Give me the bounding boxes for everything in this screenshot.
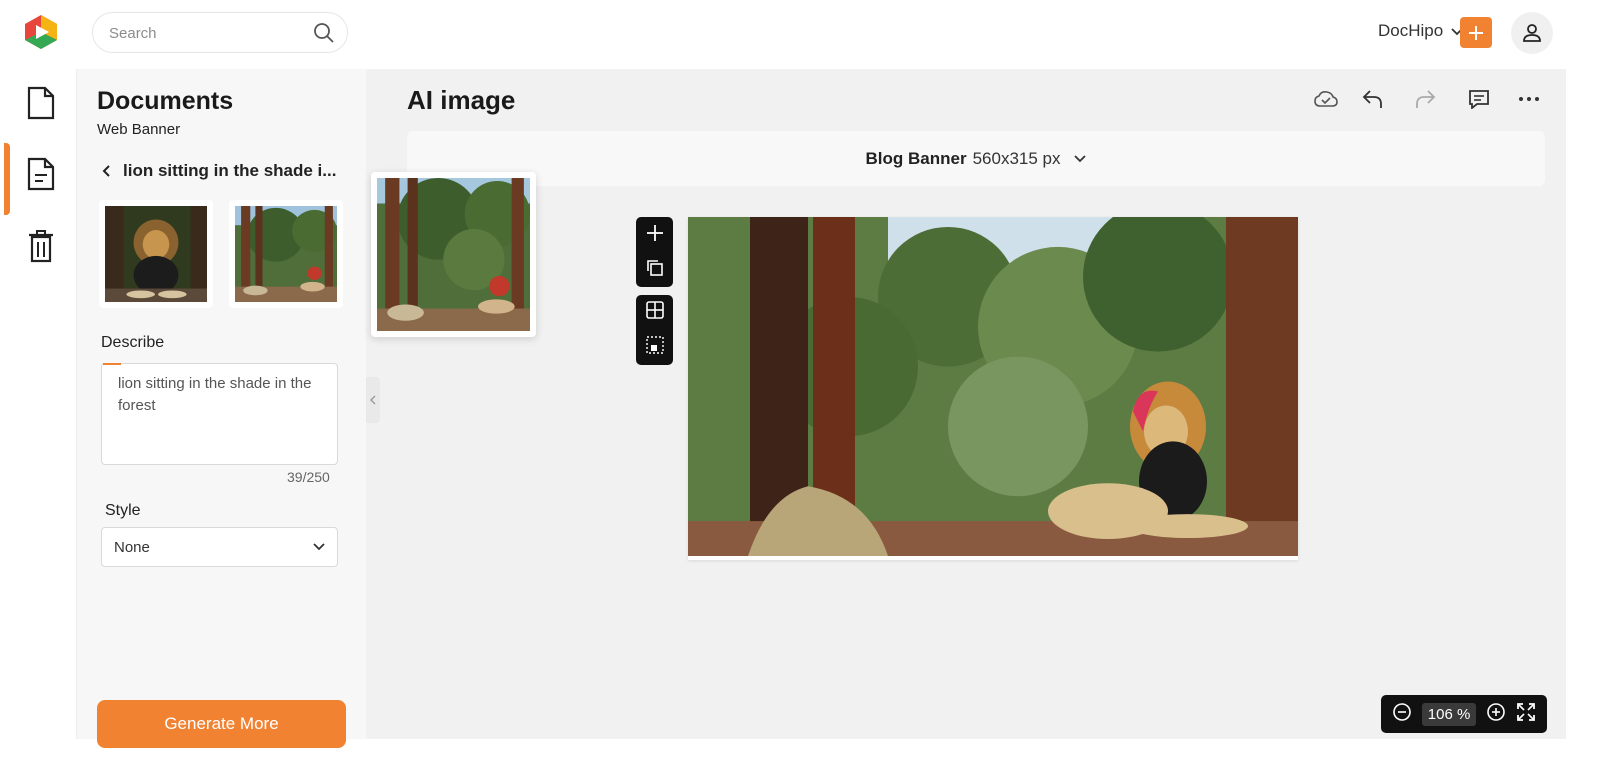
comments-button[interactable] [1466, 86, 1492, 112]
zoom-out-icon [1393, 702, 1411, 721]
search-icon[interactable] [313, 22, 335, 44]
cloud-check-icon [1314, 91, 1338, 107]
plus-icon [646, 224, 663, 241]
describe-label: Describe [101, 334, 165, 351]
ai-image-panel: Documents Web Banner lion sitting in the… [77, 69, 366, 748]
user-avatar-button[interactable] [1511, 12, 1553, 54]
chevron-down-icon [1074, 154, 1087, 162]
zoom-in-button[interactable] [1486, 702, 1506, 727]
document-title[interactable]: AI image [407, 85, 515, 116]
chevron-left-icon [102, 165, 110, 177]
rail-item-documents[interactable] [4, 143, 77, 215]
undo-button[interactable] [1360, 86, 1386, 112]
workspace-label: DocHipo [1378, 21, 1444, 40]
add-element-button[interactable] [645, 223, 665, 248]
workspace-dropdown[interactable]: DocHipo [1378, 21, 1463, 41]
grid-actions-group [636, 295, 673, 365]
panel-subtitle: Web Banner [97, 121, 181, 138]
fullscreen-button[interactable] [1516, 702, 1536, 727]
zoom-in-icon [1487, 702, 1505, 721]
lion-forest-image [235, 206, 337, 302]
top-bar: DocHipo [0, 0, 1600, 69]
style-select[interactable]: None [101, 527, 338, 567]
style-label: Style [105, 502, 141, 519]
design-canvas[interactable] [688, 202, 1298, 560]
lion-in-forest-canvas-image [688, 202, 1298, 556]
result-thumbnail-2[interactable] [229, 200, 343, 308]
chevron-left-icon [370, 395, 376, 405]
panel-title: Documents [97, 87, 234, 115]
size-name: Blog Banner [865, 148, 967, 168]
grid-icon [645, 301, 664, 319]
textarea-focus-accent [103, 363, 121, 365]
more-horizontal-icon [1519, 97, 1539, 101]
select-area-icon [645, 336, 664, 354]
search-input[interactable] [109, 23, 299, 43]
zoom-level[interactable]: 106 % [1421, 702, 1477, 726]
zoom-out-button[interactable] [1392, 702, 1412, 727]
collapse-panel-handle[interactable] [366, 377, 380, 423]
user-icon [1523, 24, 1541, 42]
duplicate-button[interactable] [646, 259, 664, 282]
lion-forest-preview-image [377, 178, 530, 331]
undo-icon [1362, 90, 1382, 108]
more-options-button[interactable] [1516, 86, 1542, 112]
file-icon [27, 86, 54, 120]
style-value: None [114, 538, 150, 556]
select-area-button[interactable] [645, 336, 664, 359]
back-button[interactable]: lion sitting in the shade i... [101, 160, 351, 182]
element-actions-group [636, 217, 673, 287]
generate-more-button[interactable]: Generate More [97, 700, 346, 748]
search-box [92, 12, 348, 53]
character-counter: 39/250 [287, 469, 330, 485]
rail-item-trash[interactable] [4, 215, 77, 277]
zoom-control: 106 % [1381, 695, 1547, 733]
dochipo-logo[interactable] [22, 13, 60, 51]
redo-icon [1416, 90, 1436, 108]
size-dimensions: 560x315 px [972, 148, 1061, 168]
chevron-down-icon [313, 543, 325, 551]
comment-icon [1469, 90, 1489, 109]
plus-icon [1469, 25, 1483, 40]
grid-button[interactable] [645, 301, 664, 324]
result-thumbnail-1[interactable] [99, 200, 213, 308]
lion-portrait-image [105, 206, 207, 302]
cloud-save-button[interactable] [1313, 86, 1339, 112]
prompt-title: lion sitting in the shade i... [123, 161, 337, 180]
duplicate-icon [646, 259, 663, 276]
trash-icon [28, 230, 53, 263]
canvas-size-dropdown[interactable]: Blog Banner 560x315 px [407, 131, 1545, 186]
fullscreen-icon [1517, 702, 1535, 721]
redo-button[interactable] [1412, 86, 1438, 112]
thumbnail-preview-popup [371, 172, 536, 337]
document-icon [27, 157, 54, 191]
rail-item-new-document[interactable] [4, 72, 77, 134]
create-new-button[interactable] [1460, 17, 1492, 48]
left-rail [4, 69, 77, 739]
describe-textarea[interactable]: lion sitting in the shade in the forest [101, 363, 338, 465]
